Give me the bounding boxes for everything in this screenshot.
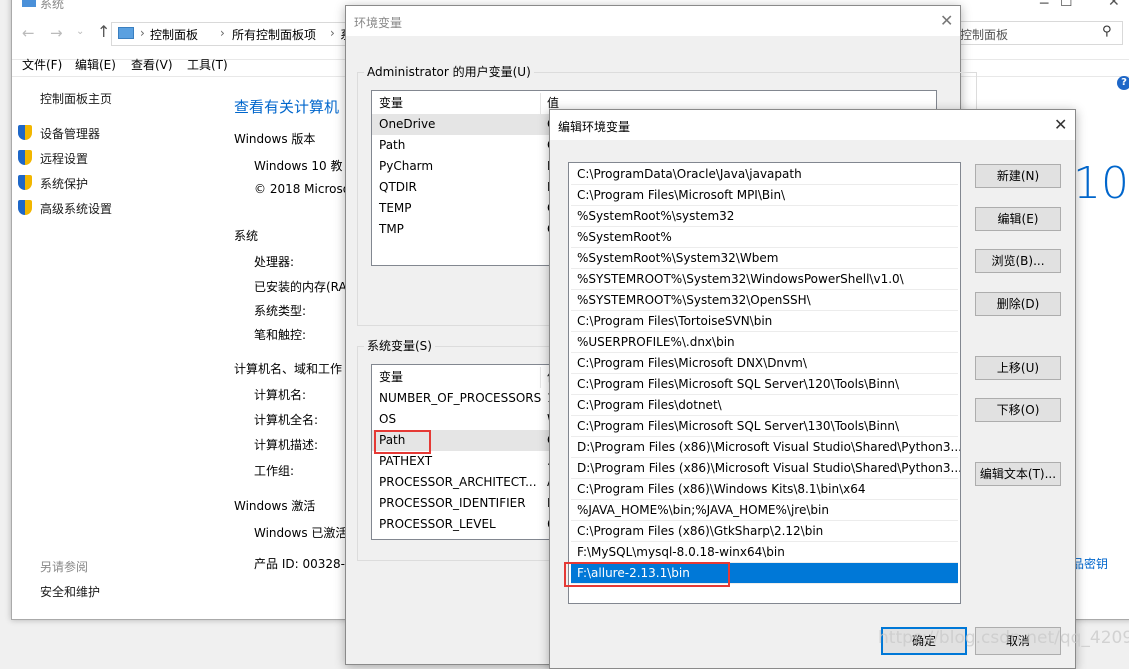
shield-icon <box>18 150 32 165</box>
sidebar-home-link[interactable]: 控制面板主页 <box>40 90 112 107</box>
path-entry[interactable]: C:\Program Files (x86)\GtkSharp\2.12\bin <box>571 521 958 542</box>
page-title: 查看有关计算机 <box>234 98 340 116</box>
path-entry[interactable]: C:\Program Files (x86)\Windows Kits\8.1\… <box>571 479 958 500</box>
menu-file[interactable]: 文件(F) <box>22 56 62 73</box>
minimize-button[interactable]: ─ <box>1040 0 1048 12</box>
computer-icon <box>22 0 36 7</box>
close-icon[interactable]: ✕ <box>1054 115 1067 134</box>
watermark: https://blog.csdn.net/qq_42098424 <box>878 628 1129 648</box>
menu-view[interactable]: 查看(V) <box>131 56 173 73</box>
chevron-down-icon[interactable]: ⌄ <box>76 26 84 37</box>
path-entry[interactable]: %SYSTEMROOT%\System32\WindowsPowerShell\… <box>571 269 958 290</box>
breadcrumb-item[interactable]: 控制面板 <box>150 26 198 43</box>
sidebar-item-device-manager[interactable]: 设备管理器 <box>40 125 100 142</box>
close-button[interactable]: ✕ <box>1108 0 1120 10</box>
back-icon[interactable]: ← <box>22 24 35 42</box>
variable-name: TEMP <box>379 201 412 215</box>
path-entry[interactable]: C:\Program Files\TortoiseSVN\bin <box>571 311 958 332</box>
dialog-title: 环境变量 <box>354 16 403 30</box>
path-entry[interactable]: %SystemRoot% <box>571 227 958 248</box>
search-icon: ⚲ <box>1102 24 1112 39</box>
path-entry[interactable]: %SystemRoot%\system32 <box>571 206 958 227</box>
security-maintenance-link[interactable]: 安全和维护 <box>40 583 100 600</box>
variable-name: TMP <box>379 222 404 236</box>
path-entry[interactable]: %USERPROFILE%\.dnx\bin <box>571 332 958 353</box>
section-heading: Windows 激活 <box>234 499 316 513</box>
path-entry[interactable]: C:\Program Files\Microsoft SQL Server\12… <box>571 374 958 395</box>
path-entry[interactable]: F:\MySQL\mysql-8.0.18-winx64\bin <box>571 542 958 563</box>
path-entry[interactable]: D:\Program Files (x86)\Microsoft Visual … <box>571 437 960 458</box>
variable-name: PROCESSOR_LEVEL <box>379 517 496 531</box>
variable-name: OneDrive <box>379 117 436 131</box>
variable-name: PyCharm <box>379 159 434 173</box>
help-icon[interactable]: ? <box>1117 76 1129 90</box>
menu-tools[interactable]: 工具(T) <box>187 56 228 73</box>
highlight-box <box>374 430 431 454</box>
edit-text-button[interactable]: 编辑文本(T)... <box>975 462 1061 486</box>
variable-name: NUMBER_OF_PROCESSORS <box>379 391 542 405</box>
variable-name: OS <box>379 412 397 426</box>
breadcrumb-item[interactable]: 所有控制面板项 <box>232 26 316 43</box>
sidebar-item-advanced[interactable]: 高级系统设置 <box>40 200 112 217</box>
window-title: 系统 <box>40 0 65 11</box>
change-product-key-link[interactable]: 品密钥 <box>1072 555 1108 572</box>
variable-name: PROCESSOR_IDENTIFIER <box>379 496 526 510</box>
group-label: 系统变量(S) <box>364 337 435 354</box>
shield-icon <box>18 175 32 190</box>
search-input[interactable]: 控制面板 ⚲ <box>955 21 1123 45</box>
group-label: Administrator 的用户变量(U) <box>364 63 534 80</box>
browse-button[interactable]: 浏览(B)... <box>975 249 1061 273</box>
see-also-heading: 另请参阅 <box>40 560 89 574</box>
variable-name: PROCESSOR_ARCHITECT... <box>379 475 537 489</box>
dialog-title: 编辑环境变量 <box>558 120 631 134</box>
path-entry[interactable]: D:\Program Files (x86)\Microsoft Visual … <box>571 458 960 479</box>
sidebar-item-protection[interactable]: 系统保护 <box>40 175 88 192</box>
address-bar[interactable]: › 控制面板 › 所有控制面板项 › 系 <box>111 22 352 46</box>
windows-logo-number: 10 <box>1073 158 1129 209</box>
variable-name: QTDIR <box>379 180 417 194</box>
section-heading: Windows 版本 <box>234 132 316 146</box>
path-entry[interactable]: %SystemRoot%\System32\Wbem <box>571 248 958 269</box>
move-up-button[interactable]: 上移(U) <box>975 356 1061 380</box>
shield-icon <box>18 125 32 140</box>
delete-button[interactable]: 删除(D) <box>975 292 1061 316</box>
forward-icon[interactable]: → <box>50 24 63 42</box>
path-entry[interactable]: C:\Program Files\dotnet\ <box>571 395 958 416</box>
maximize-button[interactable]: ☐ <box>1060 0 1073 10</box>
path-entry[interactable]: C:\ProgramData\Oracle\Java\javapath <box>571 164 958 185</box>
variable-name: Path <box>379 138 406 152</box>
shield-icon <box>18 200 32 215</box>
path-entry[interactable]: %SYSTEMROOT%\System32\OpenSSH\ <box>571 290 958 311</box>
path-entry[interactable]: C:\Program Files\Microsoft SQL Server\13… <box>571 416 958 437</box>
variable-name: PATHEXT <box>379 454 433 468</box>
new-button[interactable]: 新建(N) <box>975 164 1061 188</box>
menu-edit[interactable]: 编辑(E) <box>75 56 116 73</box>
computer-icon <box>118 27 134 39</box>
move-down-button[interactable]: 下移(O) <box>975 398 1061 422</box>
edit-button[interactable]: 编辑(E) <box>975 207 1061 231</box>
highlight-box <box>564 562 730 587</box>
up-icon[interactable]: ↑ <box>97 22 110 41</box>
path-entry[interactable]: C:\Program Files\Microsoft MPI\Bin\ <box>571 185 958 206</box>
path-entry[interactable]: %JAVA_HOME%\bin;%JAVA_HOME%\jre\bin <box>571 500 958 521</box>
sidebar-item-remote[interactable]: 远程设置 <box>40 150 88 167</box>
section-heading: 计算机名、域和工作 <box>234 362 343 376</box>
section-heading: 系统 <box>234 229 259 243</box>
close-icon[interactable]: ✕ <box>940 11 953 30</box>
path-entry[interactable]: C:\Program Files\Microsoft DNX\Dnvm\ <box>571 353 958 374</box>
path-list[interactable]: C:\ProgramData\Oracle\Java\javapath C:\Pr… <box>568 162 961 604</box>
